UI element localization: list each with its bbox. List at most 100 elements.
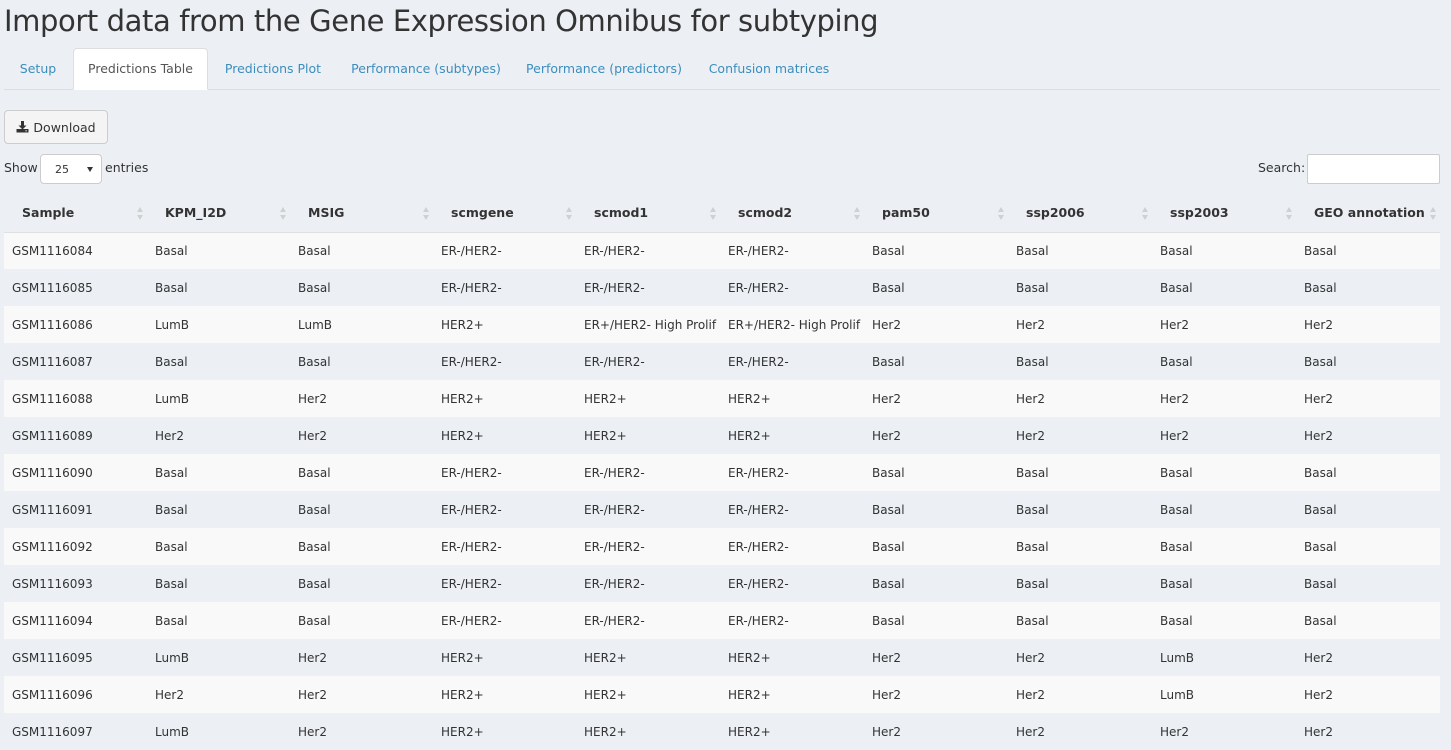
table-cell: ER+/HER2- High Prolif [584, 317, 717, 332]
table-cell: Basal [298, 613, 331, 628]
column-header[interactable]: Sample [4, 194, 147, 233]
app-page: Import data from the Gene Expression Omn… [0, 0, 1451, 750]
column-header[interactable]: ssp2006 [1008, 194, 1152, 233]
table-cell: LumB [1160, 650, 1195, 665]
column-header-label: KPM_I2D [165, 205, 227, 221]
download-button[interactable]: Download [4, 110, 108, 144]
table-cell: Her2 [1016, 650, 1045, 665]
sample-id-cell: GSM1116094 [12, 613, 93, 628]
table-cell: Her2 [298, 650, 327, 665]
table-cell: Basal [1016, 465, 1049, 480]
tab-bar: Setup Predictions Table Predictions Plot… [4, 48, 1440, 90]
sort-icon [854, 207, 860, 220]
table-cell: Her2 [1016, 724, 1045, 739]
column-header[interactable]: scmod1 [576, 194, 720, 233]
tab-setup[interactable]: Setup [4, 48, 72, 89]
table-cell: ER-/HER2- [441, 539, 502, 554]
table-header-row: Sample KPM_I2D MSIG scmgene scmod1 scmod2 pam5… [4, 194, 1440, 233]
table-cell: Basal [298, 280, 331, 295]
table-cell: Her2 [1304, 650, 1333, 665]
table-cell: ER-/HER2- [584, 280, 645, 295]
table-cell: Basal [872, 465, 905, 480]
table-cell: Basal [155, 465, 188, 480]
column-header[interactable]: GEO annotation [1296, 194, 1440, 233]
column-header[interactable]: pam50 [864, 194, 1008, 233]
table-cell: LumB [1160, 687, 1195, 702]
tab-predictions-table[interactable]: Predictions Table [73, 48, 208, 90]
table-cell: Basal [872, 576, 905, 591]
sort-icon [137, 207, 143, 220]
table-cell: Basal [298, 243, 331, 258]
table-cell: ER-/HER2- [728, 539, 789, 554]
table-cell: Her2 [155, 687, 184, 702]
table-cell: HER2+ [584, 650, 627, 665]
table-cell: Basal [155, 613, 188, 628]
table-cell: Basal [1304, 613, 1337, 628]
sample-id-cell: GSM1116085 [12, 280, 93, 295]
table-cell: ER-/HER2- [728, 576, 789, 591]
column-header-label: ssp2003 [1170, 205, 1229, 221]
table-cell: LumB [155, 650, 190, 665]
column-header[interactable]: scmod2 [720, 194, 864, 233]
table-cell: ER-/HER2- [728, 243, 789, 258]
table-cell: Her2 [1016, 391, 1045, 406]
table-cell: HER2+ [441, 428, 484, 443]
column-header[interactable]: KPM_I2D [147, 194, 290, 233]
sample-id-cell: GSM1116092 [12, 539, 93, 554]
table-cell: HER2+ [728, 687, 771, 702]
table-cell: HER2+ [441, 391, 484, 406]
sort-icon [280, 207, 286, 220]
sample-id-cell: GSM1116088 [12, 391, 93, 406]
table-cell: HER2+ [728, 650, 771, 665]
table-cell: ER-/HER2- [728, 354, 789, 369]
column-header-label: scmod2 [738, 205, 793, 221]
table-cell: Basal [1304, 576, 1337, 591]
sort-icon [1286, 207, 1292, 220]
tab-performance-predictors[interactable]: Performance (predictors) [516, 48, 692, 89]
tab-performance-subtypes[interactable]: Performance (subtypes) [338, 48, 514, 89]
tab-predictions-plot[interactable]: Predictions Plot [210, 48, 336, 89]
table-cell: Basal [155, 502, 188, 517]
table-cell: Her2 [1304, 391, 1333, 406]
column-header[interactable]: ssp2003 [1152, 194, 1296, 233]
table-cell: ER-/HER2- [728, 465, 789, 480]
table-cell: ER-/HER2- [584, 465, 645, 480]
download-label: Download [33, 119, 96, 135]
search-input[interactable] [1307, 154, 1440, 184]
table-cell: Basal [155, 243, 188, 258]
sample-id-cell: GSM1116096 [12, 687, 93, 702]
entries-label: entries [105, 160, 149, 175]
table-cell: HER2+ [441, 687, 484, 702]
column-header-label: GEO annotation [1314, 205, 1425, 221]
table-cell: Basal [298, 465, 331, 480]
table-cell: ER-/HER2- [584, 613, 645, 628]
table-cell: Her2 [1304, 317, 1333, 332]
column-header[interactable]: MSIG [290, 194, 433, 233]
column-header[interactable]: scmgene [433, 194, 576, 233]
table-cell: Basal [1160, 243, 1193, 258]
tab-confusion-matrices[interactable]: Confusion matrices [694, 48, 844, 89]
sample-id-cell: GSM1116097 [12, 724, 93, 739]
table-cell: Her2 [1016, 687, 1045, 702]
table-row: GSM1116091 Basal Basal ER-/HER2- ER-/HER2- ER… [4, 491, 1440, 528]
column-header-label: MSIG [308, 205, 345, 221]
table-cell: Basal [1160, 613, 1193, 628]
table-cell: Basal [298, 539, 331, 554]
table-cell: Her2 [1160, 428, 1189, 443]
table-cell: Basal [1160, 539, 1193, 554]
table-cell: ER-/HER2- [584, 243, 645, 258]
table-cell: Basal [1304, 465, 1337, 480]
table-cell: ER-/HER2- [584, 576, 645, 591]
table-cell: Basal [872, 539, 905, 554]
entries-per-page-select[interactable]: 25 [40, 154, 102, 184]
table-cell: Basal [298, 502, 331, 517]
predictions-table: Sample KPM_I2D MSIG scmgene scmod1 scmod2 pam5… [4, 194, 1440, 750]
table-cell: Her2 [1304, 687, 1333, 702]
table-cell: Her2 [1304, 428, 1333, 443]
sample-id-cell: GSM1116087 [12, 354, 93, 369]
table-cell: Basal [155, 539, 188, 554]
table-cell: Her2 [872, 687, 901, 702]
table-cell: HER2+ [441, 317, 484, 332]
table-cell: ER-/HER2- [441, 613, 502, 628]
table-cell: Basal [1016, 280, 1049, 295]
